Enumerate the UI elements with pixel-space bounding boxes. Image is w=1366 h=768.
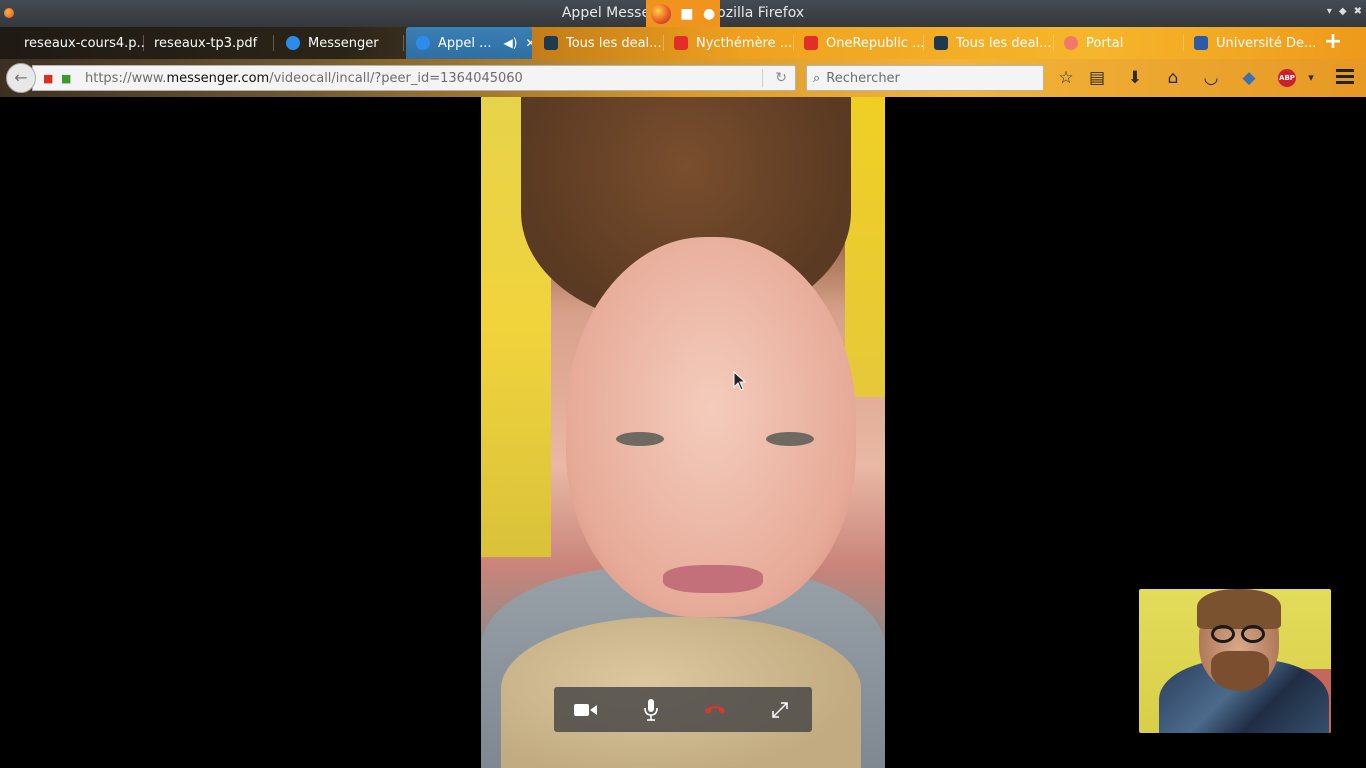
tab-reseaux-cours4[interactable]: reseaux-cours4.p...	[10, 27, 144, 59]
tab-reseaux-tp3[interactable]: reseaux-tp3.pdf	[144, 27, 274, 59]
video-subject	[1211, 625, 1235, 643]
youtube-icon	[804, 36, 818, 50]
video-subject	[766, 432, 814, 446]
close-tab-icon[interactable]: ✕	[525, 36, 532, 50]
tab-label: Appel ...	[438, 35, 492, 51]
dealabs-icon	[544, 36, 558, 50]
video-call-area	[0, 97, 1366, 768]
tab-label: Tous les deal...	[956, 35, 1052, 51]
youtube-icon	[674, 36, 688, 50]
new-tab-button[interactable]: +	[1322, 31, 1344, 53]
video-subject	[1197, 589, 1281, 629]
pocket-icon[interactable]: ◡	[1200, 67, 1222, 89]
tab-label: Nycthémère ...	[696, 35, 793, 51]
window-controls: ▾ ◆ ✖	[1327, 6, 1362, 17]
url-text[interactable]: https://www.messenger.com/videocall/inca…	[85, 71, 523, 86]
search-placeholder: Rechercher	[826, 70, 900, 86]
video-subject	[616, 432, 664, 446]
video-subject	[663, 565, 763, 593]
university-icon	[1194, 36, 1208, 50]
lock-icon[interactable]: ■	[61, 72, 75, 85]
minimize-icon[interactable]: ▾	[1327, 6, 1332, 17]
home-icon[interactable]: ⌂	[1162, 67, 1184, 89]
tab-messenger[interactable]: Messenger	[274, 27, 404, 59]
speaker-icon[interactable]: ◀)	[504, 36, 518, 50]
fullscreen-button[interactable]	[760, 690, 800, 730]
remote-video	[481, 97, 885, 768]
bookmark-star-icon[interactable]: ☆	[1055, 67, 1077, 89]
self-video-preview[interactable]	[1139, 589, 1331, 733]
window-titlebar: Appel Messenger — Mozilla Firefox ■ ● ▾ …	[0, 0, 1366, 27]
camera-sharing-icon: ■	[680, 5, 694, 22]
download-icon[interactable]: ⬇	[1124, 67, 1146, 89]
messenger-icon	[286, 36, 300, 50]
tab-youtube-onerepublic[interactable]: OneRepublic ...	[794, 27, 924, 59]
tab-label: Tous les deal...	[566, 35, 662, 51]
chevron-down-icon[interactable]: ▾	[1300, 67, 1322, 89]
url-bar[interactable]: ■ ■ https://www.messenger.com/videocall/…	[32, 65, 796, 91]
maximize-icon[interactable]: ◆	[1339, 6, 1347, 17]
video-subject	[1241, 625, 1265, 643]
hang-up-icon	[705, 705, 726, 714]
dealabs-icon	[934, 36, 948, 50]
reload-icon[interactable]: ↻	[775, 70, 787, 86]
microphone-toggle-button[interactable]	[631, 690, 671, 730]
video-subject	[1211, 651, 1269, 691]
tab-universite[interactable]: Université De...	[1184, 27, 1316, 59]
tab-label: Portal	[1086, 35, 1124, 51]
search-icon: ⌕	[813, 70, 821, 86]
extension-icon[interactable]: ◆	[1238, 67, 1260, 89]
hang-up-button[interactable]	[695, 690, 735, 730]
back-button[interactable]: ←	[6, 63, 36, 93]
camera-icon	[574, 703, 598, 716]
portal-icon	[1064, 36, 1078, 50]
tab-dealabs-1[interactable]: Tous les deal...	[534, 27, 664, 59]
menu-icon[interactable]	[1336, 69, 1354, 85]
microphone-sharing-icon: ●	[703, 5, 716, 22]
tab-label: reseaux-cours4.p...	[24, 35, 144, 51]
sharing-indicator[interactable]: ■ ●	[646, 0, 720, 27]
url-divider	[762, 69, 763, 87]
tab-appel-messenger[interactable]: Appel ... ◀) ✕	[406, 27, 532, 59]
tab-label: Université De...	[1216, 35, 1316, 51]
microphone-icon	[643, 698, 658, 721]
camera-toggle-button[interactable]	[566, 690, 606, 730]
adblock-plus-icon[interactable]: ABP	[1278, 69, 1296, 87]
call-controls	[554, 687, 812, 732]
close-icon[interactable]: ✖	[1354, 6, 1362, 17]
tab-label: Messenger	[308, 35, 379, 51]
tab-strip: reseaux-cours4.p... reseaux-tp3.pdf Mess…	[0, 27, 1366, 59]
tab-label: OneRepublic ...	[826, 35, 924, 51]
video-background	[845, 97, 885, 397]
bookmarks-list-icon[interactable]: ▤	[1086, 67, 1108, 89]
messenger-icon	[416, 36, 430, 50]
video-subject	[566, 237, 856, 617]
camera-permission-icon[interactable]: ■	[43, 72, 57, 85]
navigation-bar: ■ ■ https://www.messenger.com/videocall/…	[0, 59, 1366, 97]
tab-youtube-nycthemere[interactable]: Nycthémère ...	[664, 27, 794, 59]
tab-dealabs-2[interactable]: Tous les deal...	[924, 27, 1054, 59]
firefox-icon	[650, 3, 671, 24]
fullscreen-icon	[772, 701, 788, 718]
tab-label: reseaux-tp3.pdf	[154, 35, 258, 51]
tab-portal[interactable]: Portal	[1054, 27, 1184, 59]
search-bar[interactable]: ⌕ Rechercher	[806, 65, 1044, 91]
